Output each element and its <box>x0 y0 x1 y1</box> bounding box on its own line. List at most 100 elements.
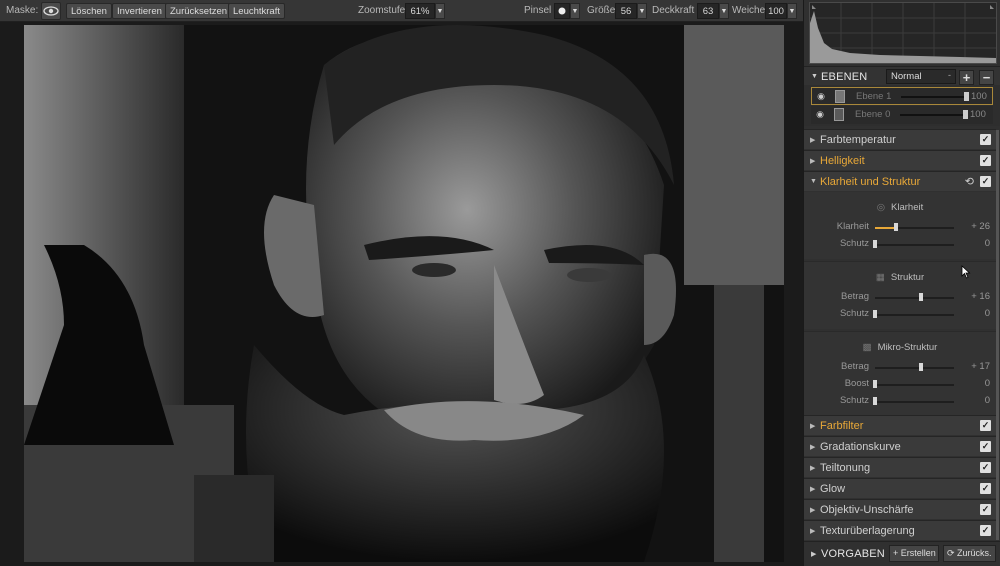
reset-icon[interactable]: ⟲ <box>965 175 974 188</box>
filter-farbtemperatur[interactable]: ▶ Farbtemperatur ✓ <box>804 129 996 149</box>
layer-row-0[interactable]: ◉ Ebene 0 100 <box>811 106 993 124</box>
expand-triangle-icon: ▶ <box>810 486 816 493</box>
back-preset-button[interactable]: ⟳ Zurücks. <box>943 545 996 562</box>
layer-row-1[interactable]: ◉ Ebene 1 100 <box>811 87 993 105</box>
filter-klarheit-struktur[interactable]: ▼ Klarheit und Struktur ⟲ ✓ <box>804 171 996 191</box>
filter-objektiv-unschaerfe[interactable]: ▶ Objektiv-Unschärfe ✓ <box>804 499 996 519</box>
checkbox-icon[interactable]: ✓ <box>980 483 991 494</box>
zoom-dropdown-icon[interactable]: ▼ <box>435 3 445 19</box>
checkbox-icon[interactable]: ✓ <box>980 134 991 145</box>
brush-dropdown-icon[interactable]: ▼ <box>570 3 580 19</box>
layer-name: Ebene 0 <box>855 109 891 120</box>
expand-triangle-icon: ▶ <box>810 158 816 165</box>
checkbox-icon[interactable]: ✓ <box>980 504 991 515</box>
blend-mode-select[interactable]: Normal - <box>886 69 956 84</box>
size-label: Größe <box>587 5 616 16</box>
expand-triangle-icon: ▶ <box>810 507 816 514</box>
slider-track[interactable] <box>875 367 954 369</box>
size-dropdown-icon[interactable]: ▼ <box>637 3 647 19</box>
luminosity-button[interactable]: Leuchtkraft <box>228 3 285 19</box>
filter-glow[interactable]: ▶ Glow ✓ <box>804 478 996 498</box>
slider-knob[interactable] <box>873 240 877 248</box>
layer-opacity-track[interactable] <box>900 114 967 116</box>
slider-label: Klarheit <box>836 221 869 232</box>
right-panel: ▼ EBENEN Normal - + − ◉ Ebene 1 100 ◉ Eb… <box>803 0 1000 566</box>
filter-scrollbar[interactable] <box>996 130 999 540</box>
opacity-dropdown-icon[interactable]: ▼ <box>719 3 729 19</box>
slider-row[interactable]: Boost 0 <box>804 377 996 391</box>
histogram <box>809 2 997 64</box>
softness-dropdown-icon[interactable]: ▼ <box>787 3 797 19</box>
filter-label: Objektiv-Unschärfe <box>820 504 914 516</box>
slider-label: Schutz <box>839 308 869 319</box>
slider-track[interactable] <box>875 314 954 316</box>
filter-label: Klarheit und Struktur <box>820 176 921 188</box>
expand-triangle-icon: ▶ <box>810 465 816 472</box>
remove-layer-button[interactable]: − <box>979 70 994 85</box>
slider-knob[interactable] <box>893 223 898 231</box>
slider-row[interactable]: Schutz 0 <box>804 307 996 321</box>
delete-mask-button[interactable]: Löschen <box>66 3 112 19</box>
invert-mask-button[interactable]: Invertieren <box>112 3 167 19</box>
checkbox-icon[interactable]: ✓ <box>980 441 991 452</box>
eye-icon[interactable]: ◉ <box>815 91 827 101</box>
slider-track[interactable] <box>875 384 954 386</box>
size-value[interactable]: 56 <box>615 3 637 19</box>
filter-helligkeit[interactable]: ▶ Helligkeit ✓ <box>804 150 996 170</box>
slider-row[interactable]: Klarheit + 26 <box>804 220 996 234</box>
slider-knob[interactable] <box>873 380 877 388</box>
chevron-down-icon: - <box>948 70 951 80</box>
mask-visibility-button[interactable] <box>41 2 61 20</box>
eye-icon[interactable]: ◉ <box>814 109 826 119</box>
slider-row[interactable]: Betrag + 16 <box>804 290 996 304</box>
mikro-struktur-section: ▩ Mikro-Struktur Betrag + 17 Boost 0 Schu… <box>804 331 996 415</box>
filter-label: Texturüberlagerung <box>820 525 915 537</box>
slider-row[interactable]: Schutz 0 <box>804 237 996 251</box>
cursor-icon <box>961 265 971 279</box>
create-preset-button[interactable]: + Erstellen <box>889 545 939 562</box>
back-label: Zurücks. <box>957 548 992 558</box>
image-canvas[interactable] <box>0 22 803 566</box>
layer-opacity-track[interactable] <box>901 96 968 98</box>
slider-knob[interactable] <box>919 363 924 371</box>
checkbox-icon[interactable]: ✓ <box>980 462 991 473</box>
presets-header[interactable]: ▶ VORGABEN + Erstellen ⟳ Zurücks. <box>804 541 1000 566</box>
slider-label: Betrag <box>841 291 869 302</box>
create-label: Erstellen <box>900 548 936 558</box>
checkbox-icon[interactable]: ✓ <box>980 420 991 431</box>
expand-triangle-icon: ▶ <box>810 137 816 144</box>
filter-texturueberlagerung[interactable]: ▶ Texturüberlagerung ✓ <box>804 520 996 540</box>
slider-track[interactable] <box>875 297 954 299</box>
mask-label: Maske: <box>6 5 39 16</box>
expand-triangle-icon: ▶ <box>810 444 816 451</box>
zoom-value[interactable]: 61% <box>405 3 435 19</box>
softness-value[interactable]: 100 <box>765 3 787 19</box>
layer-name: Ebene 1 <box>856 91 892 102</box>
brush-preview[interactable] <box>554 3 570 19</box>
checkbox-icon[interactable]: ✓ <box>980 525 991 536</box>
slider-track[interactable] <box>875 244 954 246</box>
slider-row[interactable]: Schutz 0 <box>804 394 996 408</box>
checkbox-icon[interactable]: ✓ <box>980 155 991 166</box>
filter-farbfilter[interactable]: ▶ Farbfilter ✓ <box>804 415 996 435</box>
slider-label: Schutz <box>839 238 869 249</box>
add-layer-button[interactable]: + <box>959 70 974 85</box>
photo-portrait[interactable] <box>24 25 784 562</box>
layers-header[interactable]: ▼ EBENEN Normal - + − <box>804 66 1000 85</box>
layer-opacity-knob[interactable] <box>964 92 969 101</box>
layer-opacity-knob[interactable] <box>963 110 968 119</box>
slider-knob[interactable] <box>873 397 877 405</box>
layer-opacity-value: 100 <box>970 109 986 120</box>
slider-knob[interactable] <box>918 293 923 301</box>
slider-knob[interactable] <box>873 310 877 318</box>
slider-row[interactable]: Betrag + 17 <box>804 360 996 374</box>
slider-value: 0 <box>984 308 990 319</box>
filter-gradationskurve[interactable]: ▶ Gradationskurve ✓ <box>804 436 996 456</box>
reset-mask-button[interactable]: Zurücksetzen <box>165 3 233 19</box>
opacity-value[interactable]: 63 <box>697 3 719 19</box>
filter-teiltonung[interactable]: ▶ Teiltonung ✓ <box>804 457 996 477</box>
slider-track[interactable] <box>875 401 954 403</box>
section-title: Mikro-Struktur <box>877 342 938 353</box>
eye-icon <box>43 6 59 16</box>
checkbox-icon[interactable]: ✓ <box>980 176 991 187</box>
